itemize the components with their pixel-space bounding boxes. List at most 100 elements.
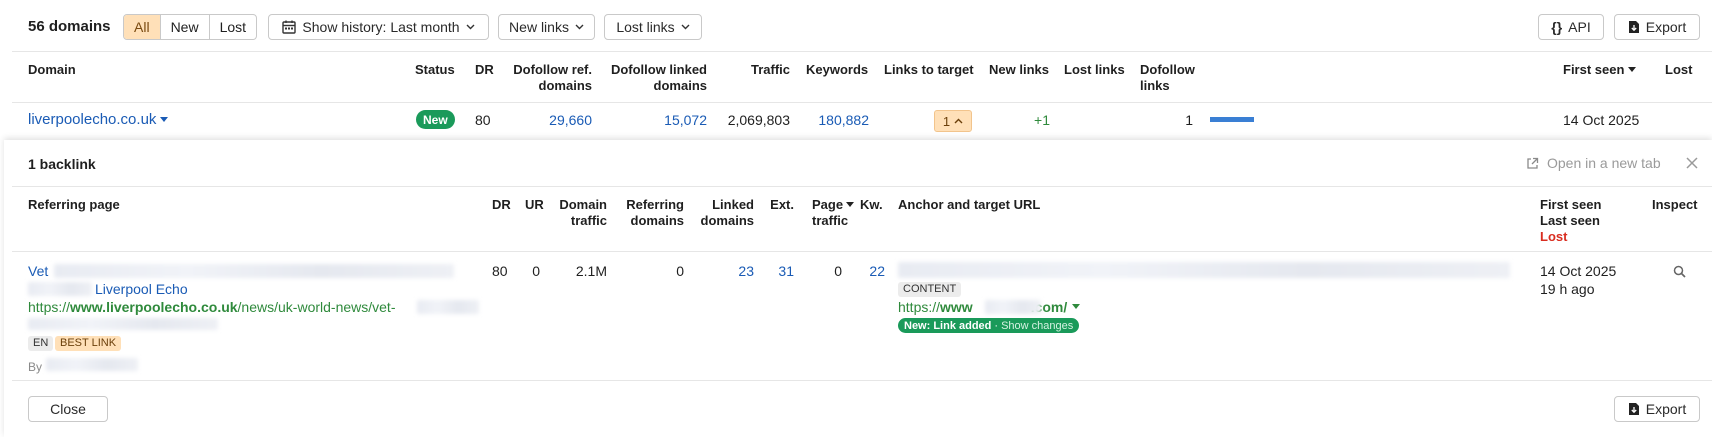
col-inspect[interactable]: Inspect [1652, 197, 1698, 213]
domain-link[interactable]: liverpoolecho.co.uk [28, 111, 169, 129]
chevron-down-icon [681, 24, 690, 30]
badge-separator: · [994, 319, 999, 332]
sort-desc-icon [846, 202, 855, 208]
col-links-to-target[interactable]: Links to target [884, 62, 974, 78]
col-traffic[interactable]: Traffic [720, 62, 790, 78]
panel-export-button[interactable]: Export [1614, 396, 1700, 422]
col-linked-domains[interactable]: Linked domains [689, 197, 754, 229]
blurred-target-domain [985, 300, 1041, 314]
external-link-icon [1526, 157, 1539, 170]
caret-down-icon [1072, 304, 1081, 310]
col-seen-dates[interactable]: First seen Last seen Lost [1540, 197, 1601, 245]
row-linked-domains[interactable]: 23 [709, 262, 754, 280]
col-page-traffic-line1-wrap: Page [812, 197, 855, 213]
col-domain[interactable]: Domain [28, 62, 76, 78]
new-link-label: New: Link added [904, 319, 992, 332]
target-url-prefix: https:// [898, 299, 941, 315]
export-button[interactable]: Export [1614, 14, 1700, 40]
panel-export-label: Export [1645, 401, 1687, 417]
row-keywords[interactable]: 180,882 [800, 111, 869, 129]
export-icon [1628, 402, 1640, 416]
col-domain-traffic-line2: traffic [570, 213, 607, 228]
open-new-tab-link[interactable]: Open in a new tab [1526, 155, 1661, 171]
col-dofollow-linked-line1: Dofollow linked [610, 62, 707, 77]
links-to-target-toggle[interactable]: 1 [934, 110, 972, 132]
api-label: API [1568, 19, 1591, 35]
links-to-target-count: 1 [942, 113, 951, 129]
col-page-traffic-line1: Page [812, 197, 844, 212]
col-new-links[interactable]: New links [989, 62, 1049, 78]
col-first-seen-label: First seen [1563, 62, 1625, 77]
col-keywords[interactable]: Keywords [806, 62, 868, 78]
show-changes-link[interactable]: Show changes [1001, 320, 1073, 332]
row-panel-last-seen: 19 h ago [1540, 281, 1595, 297]
divider [12, 51, 1712, 52]
filter-new[interactable]: New [161, 15, 210, 39]
row-dofollow-linked[interactable]: 15,072 [640, 111, 707, 129]
api-button[interactable]: {} API [1538, 14, 1604, 40]
calendar-icon [282, 20, 297, 34]
col-lost-label: Lost [1540, 229, 1568, 244]
col-lost[interactable]: Lost [1665, 62, 1692, 78]
blurred-url [417, 300, 479, 314]
author-label: By [28, 360, 43, 374]
col-dofollow-linked-line2: domains [653, 78, 707, 93]
row-panel-first-seen: 14 Oct 2025 [1540, 263, 1617, 279]
col-dofollow-links[interactable]: Dofollow links [1140, 62, 1195, 94]
chevron-down-icon [575, 24, 584, 30]
close-button[interactable]: Close [28, 396, 108, 422]
col-domain-traffic[interactable]: Domain traffic [549, 197, 607, 229]
blurred-title-cont [28, 282, 92, 296]
referring-site-name[interactable]: Liverpool Echo [95, 280, 188, 298]
referring-url[interactable]: https://www.liverpoolecho.co.uk/news/uk-… [28, 298, 395, 316]
col-last-seen-label: Last seen [1540, 213, 1600, 228]
new-links-dropdown[interactable]: New links [498, 14, 595, 40]
col-dofollow-linked-domains[interactable]: Dofollow linked domains [600, 62, 707, 94]
lost-links-dropdown[interactable]: Lost links [604, 14, 702, 40]
divider [12, 102, 1712, 103]
close-icon[interactable] [1686, 157, 1698, 169]
row-kw[interactable]: 22 [849, 262, 885, 280]
filter-lost[interactable]: Lost [210, 15, 256, 39]
filter-all[interactable]: All [124, 15, 161, 39]
col-panel-dr[interactable]: DR [492, 197, 511, 213]
divider [12, 380, 1712, 381]
blurred-title [54, 264, 454, 278]
best-link-tag: BEST LINK [55, 336, 122, 351]
col-kw[interactable]: Kw. [860, 197, 883, 213]
col-ur[interactable]: UR [525, 197, 544, 213]
col-referring-domains[interactable]: Referring domains [614, 197, 684, 229]
col-dr[interactable]: DR [475, 62, 494, 78]
col-referring-page[interactable]: Referring page [28, 197, 120, 213]
col-first-seen-label: First seen [1540, 197, 1602, 212]
row-dofollow-ref[interactable]: 29,660 [530, 111, 592, 129]
col-dofollow-ref-domains[interactable]: Dofollow ref. domains [500, 62, 592, 94]
row-ext[interactable]: 31 [759, 262, 794, 280]
col-domain-traffic-line1: Domain [559, 197, 607, 212]
blurred-author [46, 358, 138, 371]
col-page-traffic[interactable]: Page traffic [812, 197, 855, 229]
col-dofollow-links-line1: Dofollow [1140, 62, 1195, 77]
row-domain-traffic: 2.1M [575, 263, 607, 279]
row-first-seen: 14 Oct 2025 [1563, 112, 1640, 128]
col-lost-links[interactable]: Lost links [1064, 62, 1125, 78]
inspect-search-icon[interactable] [1673, 265, 1686, 278]
col-first-seen[interactable]: First seen [1563, 62, 1637, 78]
export-icon [1628, 20, 1640, 34]
show-history-dropdown[interactable]: Show history: Last month [268, 14, 489, 40]
open-new-tab-label: Open in a new tab [1547, 155, 1661, 171]
row-traffic: 2,069,803 [727, 112, 790, 128]
dofollow-links-bar-track [1210, 117, 1254, 122]
col-anchor[interactable]: Anchor and target URL [898, 197, 1040, 213]
show-history-label: Show history: Last month [302, 19, 460, 35]
referring-page-title[interactable]: Vet [28, 262, 48, 280]
col-ext[interactable]: Ext. [759, 197, 794, 213]
chevron-up-icon [954, 118, 963, 124]
col-status[interactable]: Status [415, 62, 455, 78]
col-referring-domains-line1: Referring [626, 197, 684, 212]
row-dofollow-links: 1 [1185, 112, 1193, 128]
row-referring-domains: 0 [676, 263, 684, 279]
new-link-badge: New: Link added · Show changes [898, 318, 1080, 333]
row-ur: 0 [532, 263, 540, 279]
col-page-traffic-line2: traffic [812, 213, 849, 228]
